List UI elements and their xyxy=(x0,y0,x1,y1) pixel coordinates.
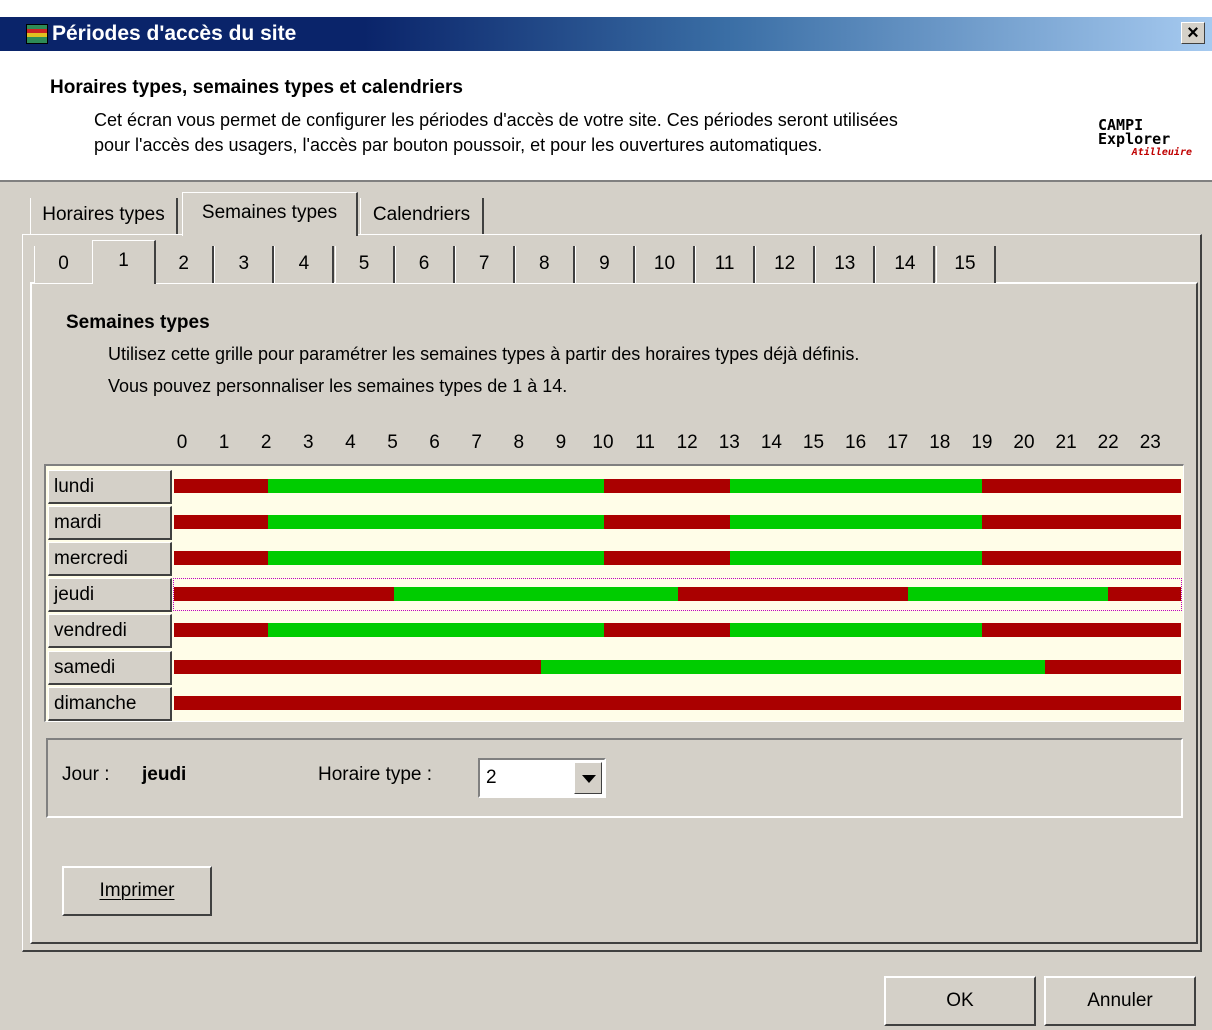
campi-explorer-logo: CAMPI Explorer Atilleuire xyxy=(1098,118,1198,160)
hour-label: 11 xyxy=(635,432,655,453)
print-button[interactable]: Imprimer xyxy=(62,866,212,916)
day-label-mardi[interactable]: mardi xyxy=(48,506,172,541)
open-period-segment xyxy=(541,659,1045,674)
hour-label: 13 xyxy=(718,432,740,453)
day-label-samedi[interactable]: samedi xyxy=(48,650,172,685)
hour-label: 16 xyxy=(845,432,867,453)
hour-label: 22 xyxy=(1097,432,1119,453)
hour-label: 21 xyxy=(1055,432,1077,453)
open-period-segment xyxy=(729,515,982,530)
horaire-type-value: 2 xyxy=(486,767,497,788)
day-schedule-bar[interactable] xyxy=(174,623,1181,638)
tab-horaires-types[interactable]: Horaires types xyxy=(30,198,178,234)
open-period-segment xyxy=(729,623,982,638)
open-period-segment xyxy=(729,551,982,566)
ok-button-label: OK xyxy=(946,990,974,1011)
open-period-segment xyxy=(268,551,605,566)
open-period-segment xyxy=(268,623,605,638)
open-period-segment xyxy=(268,515,605,530)
tab-week-15[interactable]: 15 xyxy=(935,246,996,283)
open-period-segment xyxy=(729,479,982,493)
tab-week-7[interactable]: 7 xyxy=(454,246,515,283)
horaire-type-select[interactable]: 2 xyxy=(478,758,606,798)
jour-label: Jour : xyxy=(62,764,110,785)
header-description-line: Cet écran vous permet de configurer les … xyxy=(94,110,898,130)
tab-week-6[interactable]: 6 xyxy=(394,246,455,283)
dialog-header: Horaires types, semaines types et calend… xyxy=(0,62,1212,182)
hour-label: 2 xyxy=(260,432,272,453)
hour-label: 19 xyxy=(971,432,993,453)
hour-label: 20 xyxy=(1013,432,1035,453)
tab-week-9[interactable]: 9 xyxy=(574,246,635,283)
hour-label: 4 xyxy=(345,432,356,453)
tab-week-2[interactable]: 2 xyxy=(154,246,215,283)
day-label-lundi[interactable]: lundi xyxy=(48,470,172,504)
hour-label: 8 xyxy=(513,432,525,453)
title-bar: Périodes d'accès du site × xyxy=(0,0,1212,62)
header-description-line: pour l'accès des usagers, l'accès par bo… xyxy=(94,135,823,155)
cancel-button-label: Annuler xyxy=(1087,990,1153,1011)
jour-value: jeudi xyxy=(142,764,187,785)
header-title: Horaires types, semaines types et calend… xyxy=(50,77,463,98)
day-label-mercredi[interactable]: mercredi xyxy=(48,542,172,577)
tab-week-8[interactable]: 8 xyxy=(514,246,575,283)
hour-label: 23 xyxy=(1139,432,1161,453)
tab-week-13[interactable]: 13 xyxy=(815,246,876,283)
tab-week-4[interactable]: 4 xyxy=(274,246,335,283)
hour-label: 12 xyxy=(676,432,698,453)
hour-label: 17 xyxy=(887,432,909,453)
header-description: Cet écran vous permet de configurer les … xyxy=(94,108,1084,158)
chevron-down-icon[interactable] xyxy=(574,762,602,794)
tab-week-3[interactable]: 3 xyxy=(214,246,275,283)
section-description: Utilisez cette grille pour paramétrer le… xyxy=(108,344,860,364)
tab-week-1[interactable]: 1 xyxy=(92,240,157,284)
detail-groupbox xyxy=(46,738,1183,818)
cancel-button[interactable]: Annuler xyxy=(1044,976,1196,1026)
section-description: Vous pouvez personnaliser les semaines t… xyxy=(108,376,568,396)
hour-label: 0 xyxy=(176,432,188,453)
day-label-vendredi[interactable]: vendredi xyxy=(48,614,172,649)
hour-label: 14 xyxy=(760,432,782,453)
selected-row-focus xyxy=(173,578,1182,611)
tab-week-5[interactable]: 5 xyxy=(334,246,395,283)
hour-label: 9 xyxy=(555,432,567,453)
hour-label: 10 xyxy=(592,432,614,453)
tab-semaines-types[interactable]: Semaines types xyxy=(182,192,358,236)
hour-label: 5 xyxy=(387,432,398,453)
logo-line: Atilleuire xyxy=(1131,147,1192,158)
tab-week-11[interactable]: 11 xyxy=(695,246,756,283)
app-icon xyxy=(26,24,48,44)
hour-label: 18 xyxy=(929,432,951,453)
day-label-jeudi[interactable]: jeudi xyxy=(48,578,172,613)
section-title: Semaines types xyxy=(66,312,210,333)
hour-label: 7 xyxy=(471,432,482,453)
open-period-segment xyxy=(268,479,605,493)
hour-label: 15 xyxy=(802,432,825,453)
tab-week-0[interactable]: 0 xyxy=(34,246,94,283)
tab-week-12[interactable]: 12 xyxy=(755,246,816,283)
tab-week-14[interactable]: 14 xyxy=(875,246,936,283)
day-label-dimanche[interactable]: dimanche xyxy=(48,686,172,721)
horaire-type-label: Horaire type : xyxy=(318,764,433,785)
hour-label: 1 xyxy=(218,432,230,453)
logo-line: Explorer xyxy=(1098,130,1171,148)
hour-label: 3 xyxy=(303,432,314,453)
ok-button[interactable]: OK xyxy=(884,976,1036,1026)
tab-week-10[interactable]: 10 xyxy=(635,246,695,283)
print-button-label: Imprimer xyxy=(99,880,175,901)
hour-label: 6 xyxy=(429,432,440,453)
window-title: Périodes d'accès du site xyxy=(52,22,297,45)
day-schedule-bar[interactable] xyxy=(174,551,1181,566)
day-schedule-bar[interactable] xyxy=(174,659,1181,674)
day-schedule-bar[interactable] xyxy=(174,695,1181,710)
day-schedule-bar[interactable] xyxy=(174,479,1181,493)
close-icon[interactable]: × xyxy=(1181,22,1205,44)
tab-calendriers[interactable]: Calendriers xyxy=(360,198,484,234)
day-schedule-bar[interactable] xyxy=(174,515,1181,530)
